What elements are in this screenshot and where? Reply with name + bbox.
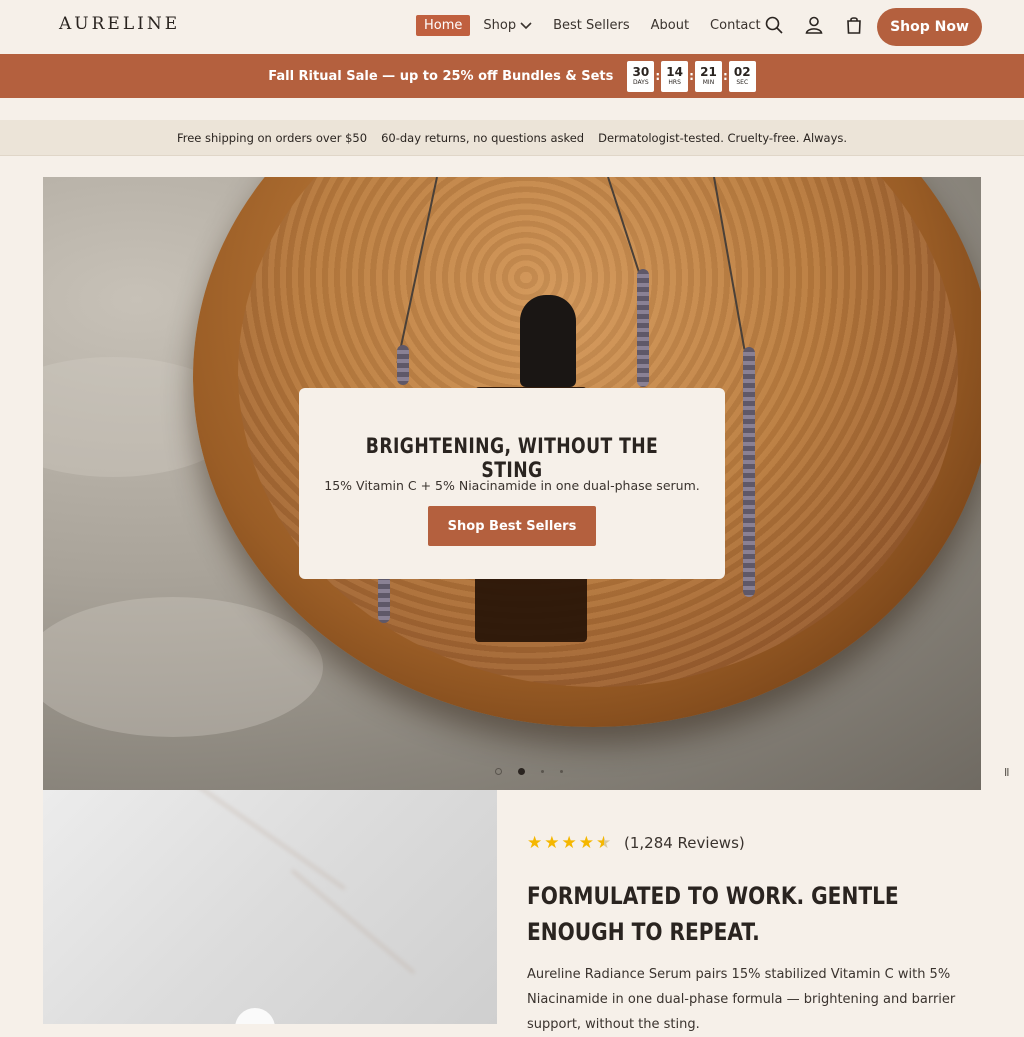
countdown-unit: DAYS [633, 78, 649, 86]
star-icon: ★ [544, 833, 560, 853]
countdown-timer: 30 DAYS : 14 HRS : 21 MIN : 02 SEC [627, 60, 756, 92]
countdown-hours: 14 HRS [661, 60, 689, 92]
slide-dot-active[interactable] [518, 768, 525, 775]
countdown-minutes: 21 MIN [694, 60, 722, 92]
countdown-separator: : [655, 69, 661, 83]
countdown-unit: SEC [736, 78, 749, 86]
product-description: Aureline Radiance Serum pairs 15% stabil… [527, 967, 956, 1032]
cart-icon[interactable] [844, 15, 864, 35]
star-icon: ★ [578, 833, 594, 853]
sale-text[interactable]: Fall Ritual Sale — up to 25% off Bundles… [268, 69, 613, 84]
nav-item-label: About [650, 18, 690, 33]
nav-item-shop[interactable]: Shop [475, 15, 540, 36]
nav-item-label: Home [424, 18, 463, 33]
marble-vein [290, 868, 416, 975]
lavender-sprig [397, 345, 409, 385]
product-image [43, 790, 497, 1024]
search-icon[interactable] [764, 15, 784, 35]
info-item-returns: 60-day returns, no questions asked [381, 130, 585, 145]
hero-card: BRIGHTENING, WITHOUT THE STING 15% Vitam… [299, 388, 725, 579]
account-icon[interactable] [804, 15, 824, 35]
nav-item-label: Best Sellers [553, 18, 630, 33]
rating-stars: ★ ★ ★ ★ ★ [527, 835, 611, 852]
countdown-separator: : [689, 69, 694, 83]
info-item-tested: Dermatologist-tested. Cruelty-free. Alwa… [598, 130, 848, 145]
hero-subtitle: 15% Vitamin C + 5% Niacinamide in one du… [324, 478, 700, 493]
countdown-unit: MIN [702, 78, 715, 86]
pause-icon[interactable]: II [1004, 766, 1009, 779]
nav-item-label: Shop [483, 18, 517, 33]
countdown-value: 14 [666, 64, 683, 79]
main-nav: Home Shop Best Sellers About Contact [416, 15, 774, 36]
nav-item-home[interactable]: Home [416, 15, 471, 36]
nav-item-about[interactable]: About [643, 15, 697, 36]
product-pump-top [235, 1008, 275, 1024]
nav-item-label: Contact [710, 18, 761, 33]
info-item-shipping: Free shipping on orders over $50 [176, 130, 368, 145]
slide-dot[interactable] [560, 770, 563, 773]
hero-slideshow: BRIGHTENING, WITHOUT THE STING 15% Vitam… [43, 177, 981, 790]
nav-item-best-sellers[interactable]: Best Sellers [545, 15, 638, 36]
lavender-sprig [378, 575, 390, 623]
site-header: AURELINE Home Shop Best Sellers About Co… [0, 0, 1024, 54]
nav-item-contact[interactable]: Contact [702, 15, 769, 36]
countdown-value: 21 [700, 64, 717, 79]
slide-dot[interactable] [541, 770, 544, 773]
countdown-value: 02 [733, 64, 751, 79]
countdown-unit: HRS [668, 78, 681, 86]
chevron-down-icon [520, 21, 532, 29]
lavender-sprig [743, 347, 755, 597]
star-icon: ★ [527, 833, 543, 853]
countdown-value: 30 [632, 64, 650, 79]
slide-dot[interactable] [495, 768, 502, 775]
sale-announcement-bar: Fall Ritual Sale — up to 25% off Bundles… [0, 54, 1024, 98]
shop-best-sellers-button[interactable]: Shop Best Sellers [428, 506, 596, 546]
info-bar: Free shipping on orders over $50 60-day … [0, 120, 1024, 156]
brand-logo[interactable]: AURELINE [59, 14, 180, 34]
star-icon: ★ [561, 833, 577, 853]
hero-title: BRIGHTENING, WITHOUT THE STING [365, 434, 659, 482]
star-half-icon: ★ [596, 833, 612, 853]
countdown-seconds: 02 SEC [728, 60, 756, 92]
serum-dropper-cap [520, 295, 576, 387]
lavender-sprig [637, 269, 649, 387]
product-heading: FORMULATED TO WORK. GENTLE ENOUGH TO REP… [527, 882, 899, 946]
countdown-separator: : [722, 69, 728, 83]
slide-indicators [495, 768, 563, 775]
countdown-days: 30 DAYS [627, 60, 655, 92]
header-icons [764, 15, 864, 35]
shop-now-button[interactable]: Shop Now [877, 8, 982, 46]
marble-vein [180, 790, 346, 891]
reviews-count[interactable]: (1,284 Reviews) [624, 834, 745, 852]
